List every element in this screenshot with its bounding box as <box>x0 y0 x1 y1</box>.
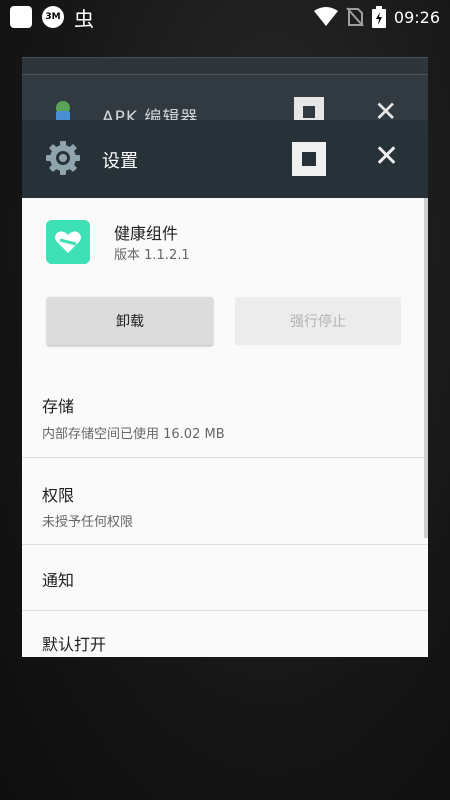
notifications-title: 通知 <box>42 571 75 590</box>
permissions-subtitle: 未授予任何权限 <box>42 515 134 530</box>
open-by-default-item[interactable]: 默认打开 <box>22 611 428 657</box>
battery-charging-icon <box>371 6 386 28</box>
close-button[interactable]: ✕ <box>374 140 400 174</box>
app-name: 健康组件 <box>114 224 179 243</box>
action-buttons: 卸载 强行停止 <box>22 288 428 373</box>
storage-subtitle: 内部存储空间已使用 16.02 MB <box>42 427 225 442</box>
clock: 09:26 <box>393 7 440 27</box>
recent-card-settings[interactable]: 设置 ✕ 健康组件 版本 1.1.2.1 卸载 强行停止 存储 内部存储空间已使… <box>22 120 428 657</box>
permissions-title: 权限 <box>42 486 75 505</box>
storage-title: 存储 <box>42 397 75 416</box>
permissions-item[interactable]: 权限 未授予任何权限 <box>22 458 428 545</box>
app-box-icon <box>10 6 32 28</box>
status-left: 3M 虫 <box>10 3 94 32</box>
app-info-header: 健康组件 版本 1.1.2.1 <box>22 198 428 288</box>
gear-icon <box>46 141 80 175</box>
health-app-icon <box>46 220 90 264</box>
bug-icon: 虫 <box>74 6 94 31</box>
scrollbar[interactable] <box>424 198 428 538</box>
3m-badge-text: 3M <box>45 12 61 22</box>
3m-icon: 3M <box>42 6 64 28</box>
no-sim-icon <box>346 7 364 27</box>
card-title: 设置 <box>102 151 138 172</box>
uninstall-button[interactable]: 卸载 <box>47 297 213 345</box>
storage-item[interactable]: 存储 内部存储空间已使用 16.02 MB <box>22 373 428 458</box>
status-right: 09:26 <box>313 6 440 28</box>
open-by-default-title: 默认打开 <box>42 635 107 654</box>
status-bar: 3M 虫 09:26 <box>0 0 450 34</box>
split-screen-button[interactable] <box>292 142 326 176</box>
card-header: 设置 ✕ <box>22 120 428 198</box>
force-stop-button[interactable]: 强行停止 <box>235 297 401 345</box>
app-version: 版本 1.1.2.1 <box>114 248 190 263</box>
wifi-icon <box>313 7 338 26</box>
notifications-item[interactable]: 通知 <box>22 545 428 611</box>
